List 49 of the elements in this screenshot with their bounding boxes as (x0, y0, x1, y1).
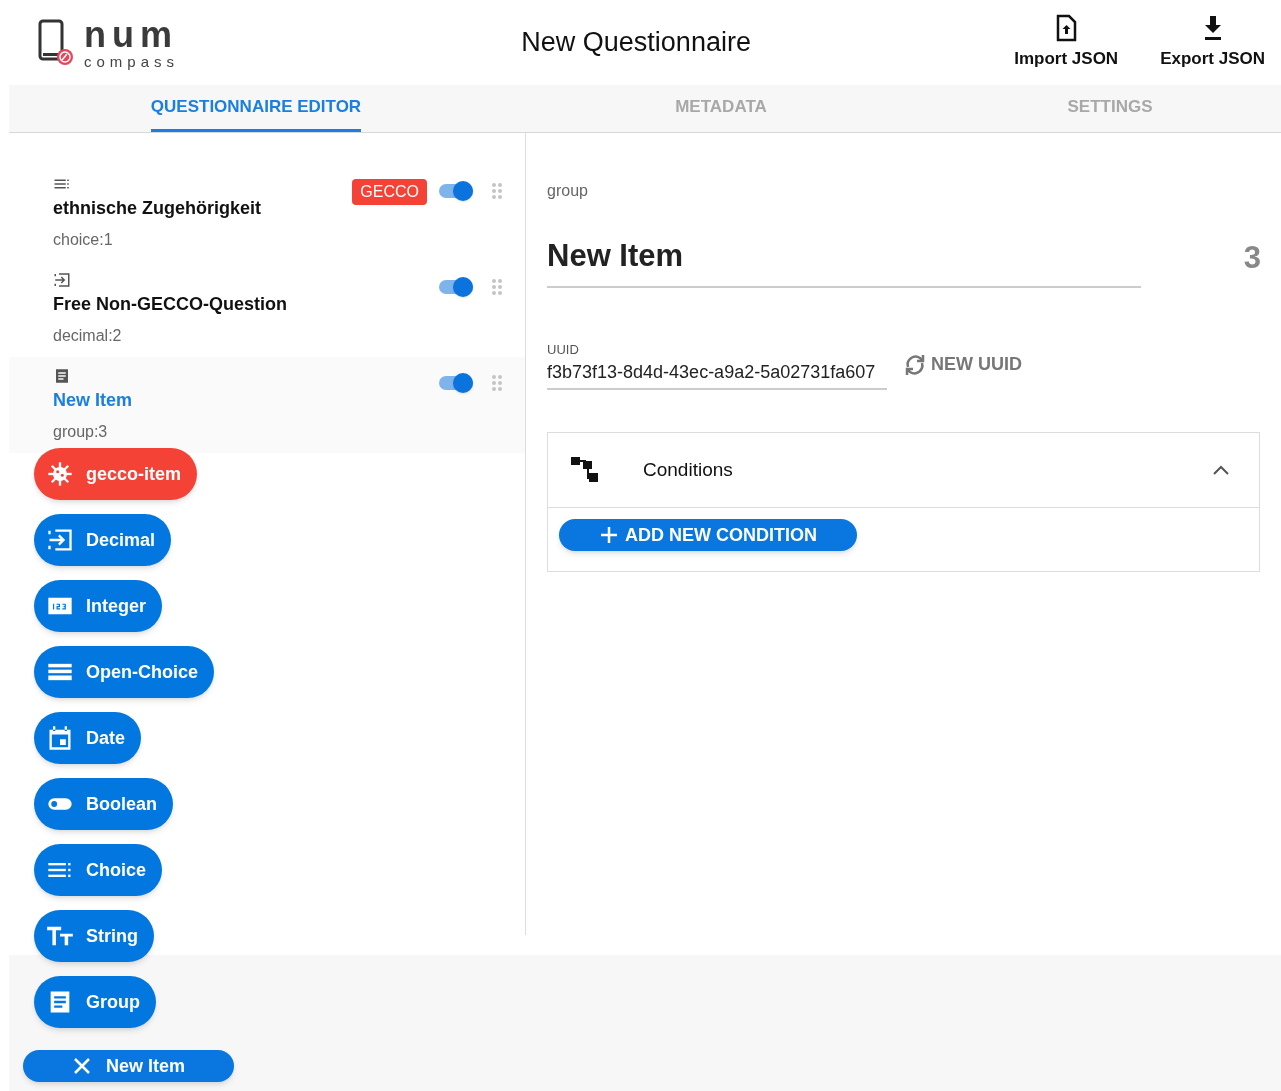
page-title: New Questionnaire (521, 26, 751, 60)
question-item[interactable]: Free Non-GECCO-Question decimal:2 (9, 261, 525, 357)
header-action-button[interactable]: Export JSON (1160, 13, 1265, 72)
logo-wordmark: num (84, 16, 179, 53)
chevron-icon[interactable] (1211, 463, 1231, 477)
item-title: Free Non-GECCO-Question (53, 292, 288, 316)
item-subtitle: decimal:2 (53, 325, 123, 346)
new-item-button[interactable]: New Item (23, 1050, 234, 1082)
add-item-button[interactable]: Decimal (34, 514, 172, 566)
add-condition-button[interactable]: ADD NEW CONDITION (559, 519, 857, 551)
uuid-value: f3b73f13-8d4d-43ec-a9a2-5a02731fa607 (547, 361, 877, 384)
add-item-button[interactable]: Date (34, 712, 141, 764)
toggle-switch[interactable] (439, 277, 473, 297)
uuid-label: UUID (547, 340, 580, 359)
drag-handle-icon[interactable] (491, 374, 503, 392)
add-item-button[interactable]: Boolean (34, 778, 173, 830)
add-item-button[interactable]: Integer (34, 580, 162, 632)
gecco-icon (46, 460, 74, 488)
title-field[interactable]: New Item (547, 233, 1141, 288)
question-item[interactable]: ethnische Zugehörigkeit choice:1 GECCO (9, 165, 525, 261)
add-item-button[interactable]: gecco-item (34, 448, 198, 500)
header-action-button[interactable]: Import JSON (1014, 13, 1119, 72)
tree-icon (571, 457, 601, 483)
group-icon (53, 366, 71, 385)
add-item-button[interactable]: Group (34, 976, 156, 1028)
item-number: 3 (1243, 239, 1261, 277)
file-upload-icon (1054, 13, 1079, 42)
toggle-switch[interactable] (439, 181, 473, 201)
tab[interactable]: QUESTIONNAIRE EDITOR (150, 85, 362, 132)
item-title: ethnische Zugehörigkeit (53, 196, 263, 220)
item-subtitle: choice:1 (53, 229, 114, 250)
drag-handle-icon[interactable] (491, 278, 503, 296)
question-item[interactable]: New Item group:3 (9, 357, 525, 453)
decimal-icon (53, 270, 71, 289)
uuid-field[interactable]: UUID f3b73f13-8d4d-43ec-a9a2-5a02731fa607 (547, 339, 887, 390)
toggle-switch[interactable] (439, 373, 473, 393)
gecco-tag: GECCO (352, 179, 427, 205)
item-type-label: group (547, 181, 589, 201)
drag-handle-icon[interactable] (491, 182, 503, 200)
logo-subtitle: compass (84, 53, 180, 69)
conditions-title: Conditions (643, 457, 733, 482)
close-icon (72, 1056, 92, 1076)
add-item-button[interactable]: String (34, 910, 154, 962)
add-item-button[interactable]: Choice (34, 844, 162, 896)
plus-icon (599, 525, 619, 545)
item-subtitle: group:3 (53, 421, 109, 442)
item-title: New Item (53, 388, 134, 412)
add-item-button[interactable]: Open-Choice (34, 646, 214, 698)
new-uuid-button[interactable]: NEW UUID (903, 351, 1022, 379)
